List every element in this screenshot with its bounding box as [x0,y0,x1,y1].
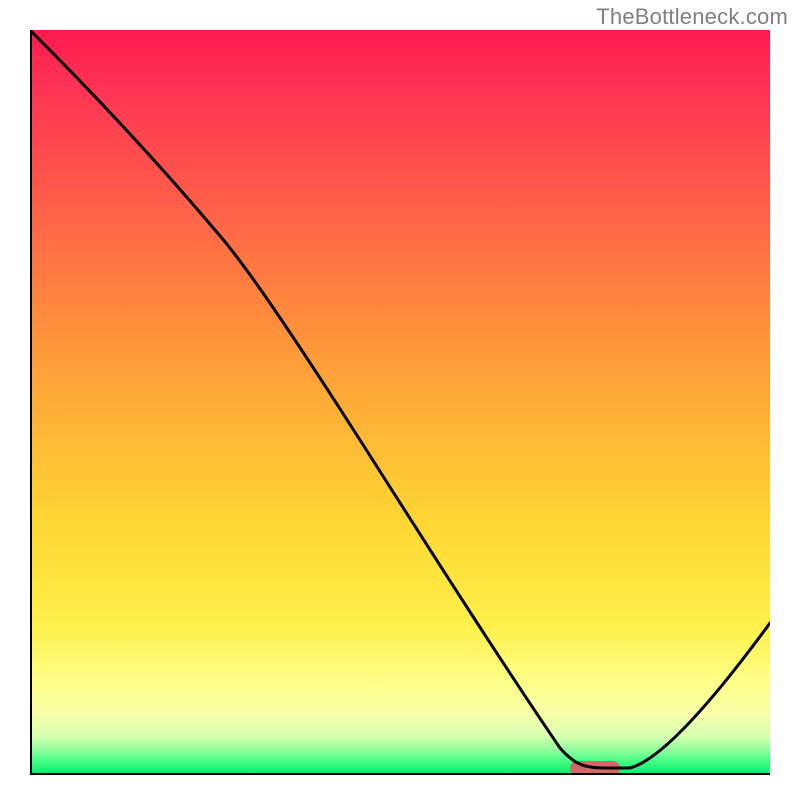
curve-path [30,30,770,768]
plot-area [30,30,770,773]
bottleneck-curve [30,30,770,773]
watermark-text: TheBottleneck.com [596,4,788,30]
y-axis [30,30,32,773]
chart-container: TheBottleneck.com [0,0,800,800]
x-axis [30,773,770,775]
